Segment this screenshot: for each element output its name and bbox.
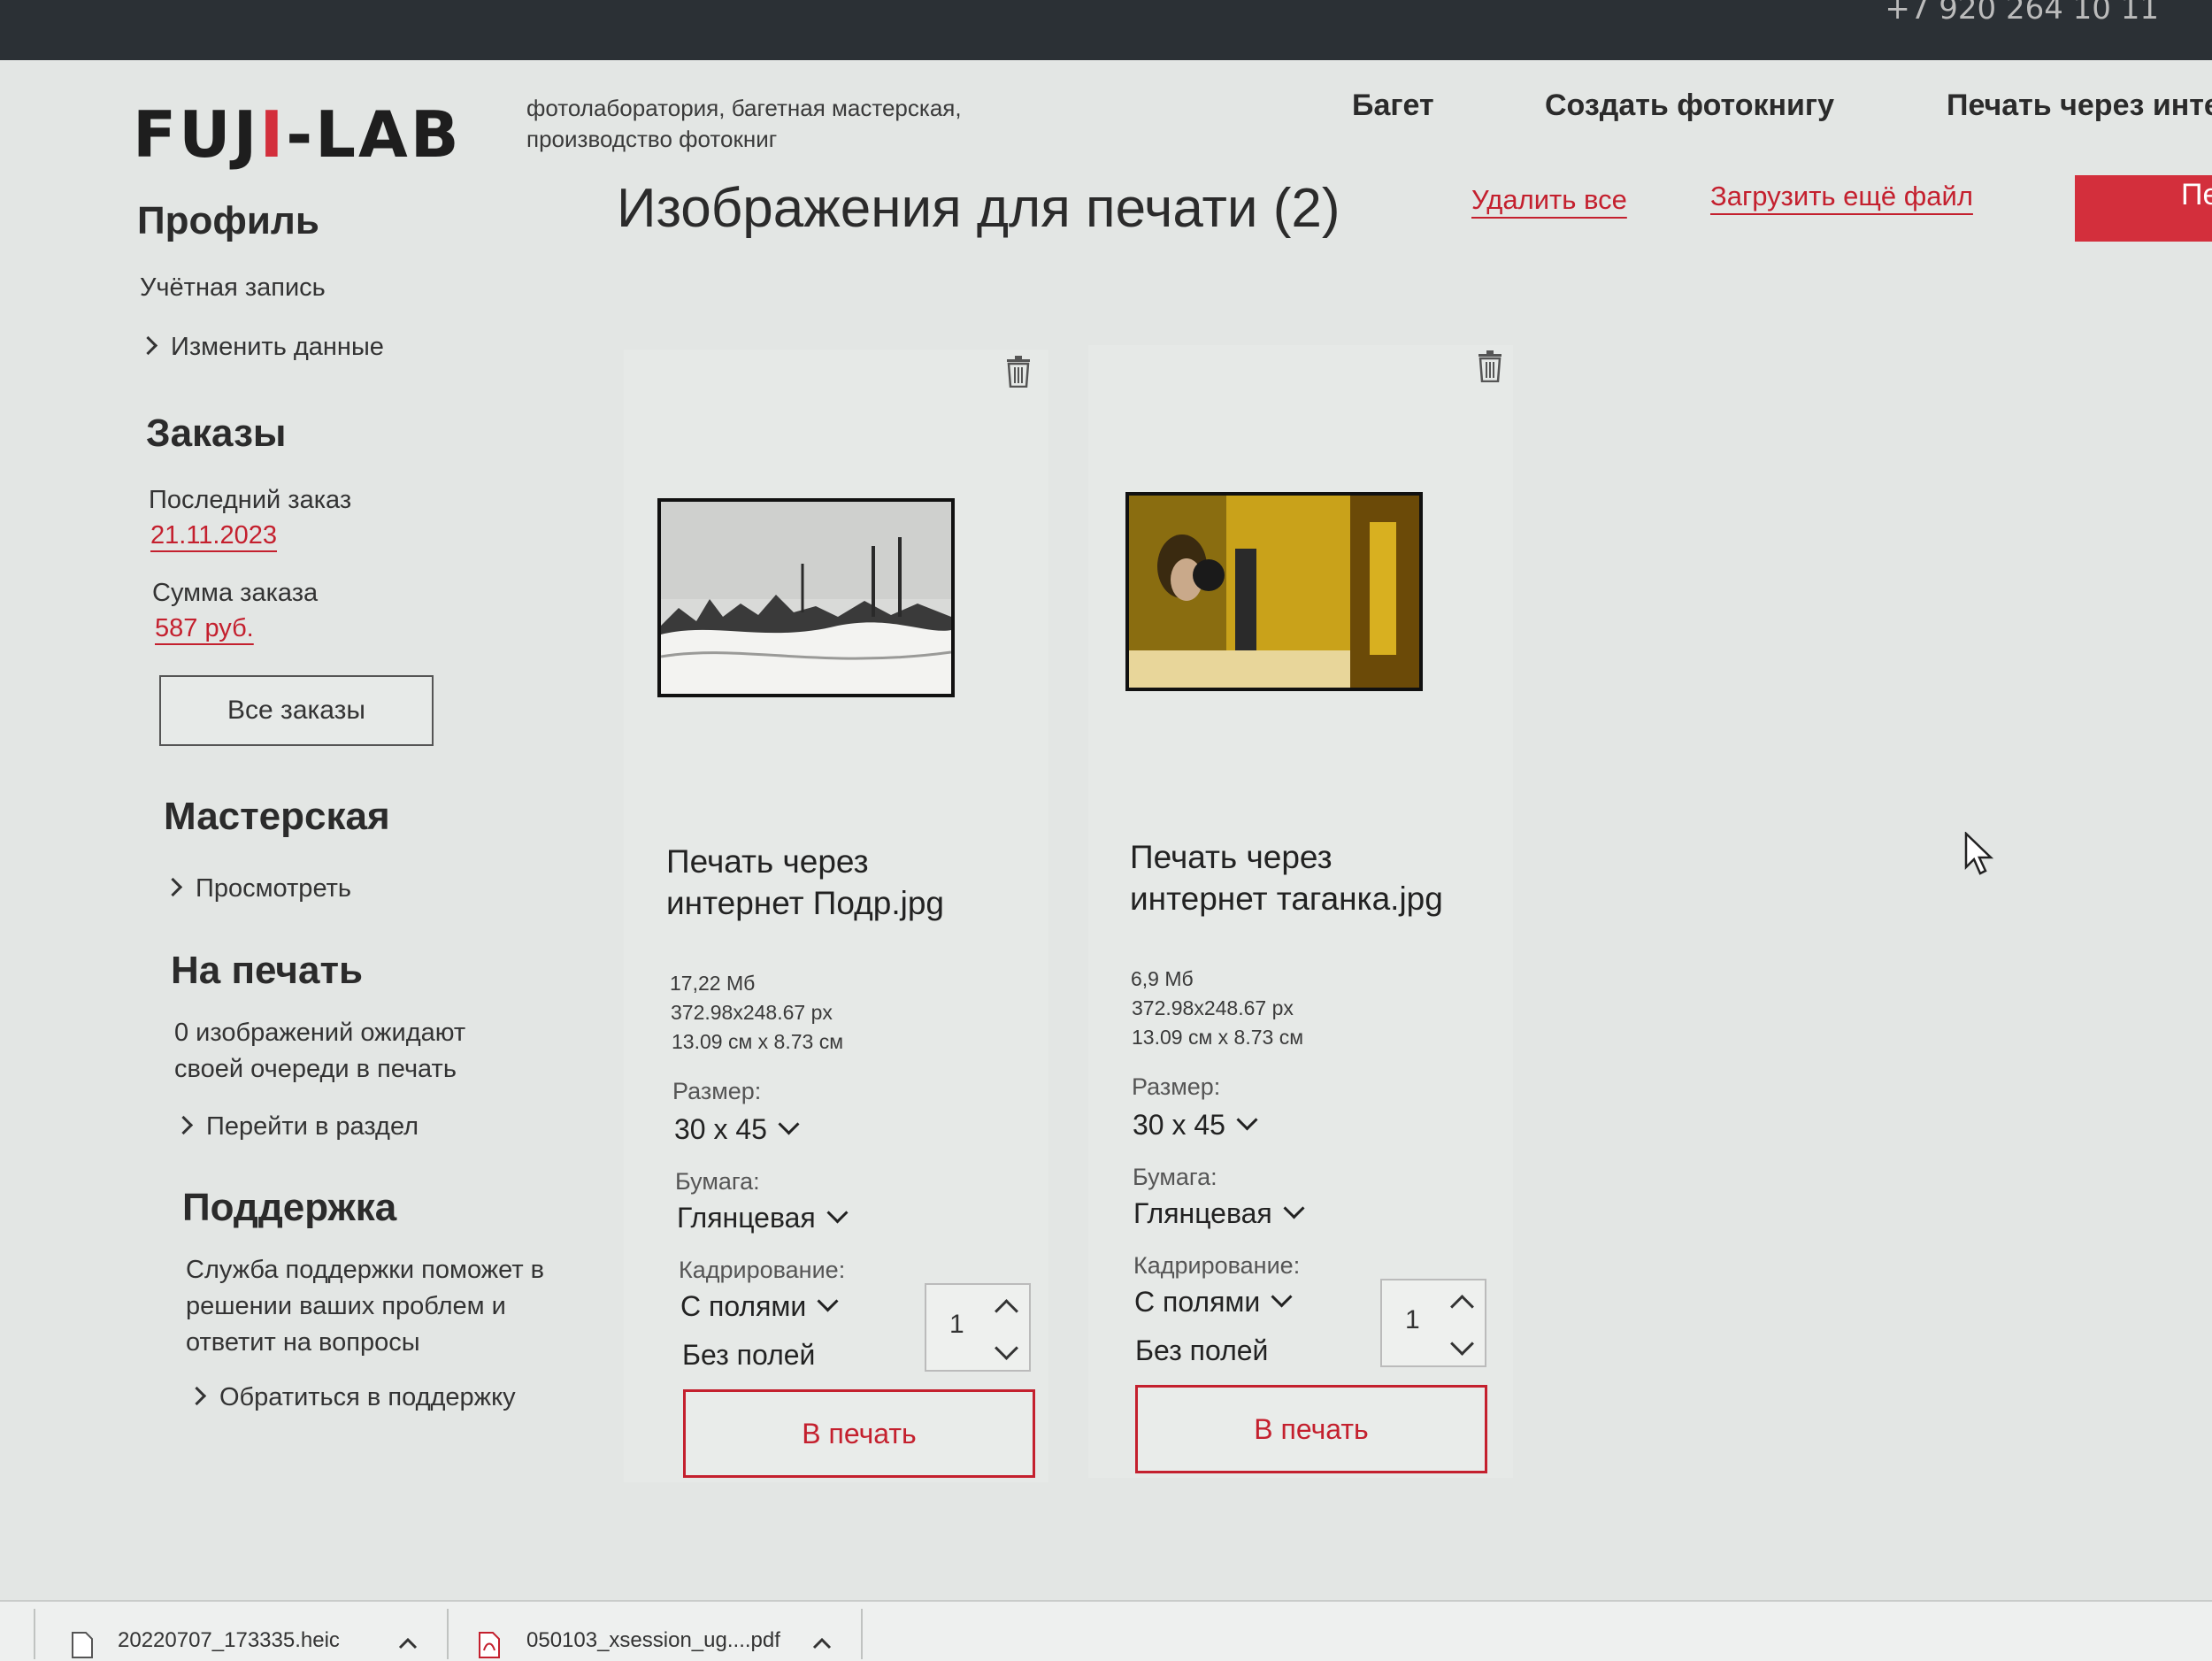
increment-icon[interactable] xyxy=(995,1299,1018,1323)
quantity-stepper[interactable]: 1 xyxy=(925,1283,1031,1372)
support-heading: Поддержка xyxy=(182,1186,397,1229)
card-pixels: 372.98x248.67 px xyxy=(1132,996,1294,1019)
crop-label: Кадрирование: xyxy=(1133,1252,1301,1279)
chevron-up-icon[interactable] xyxy=(812,1637,832,1649)
download-item[interactable]: 050103_xsession_ug....pdf xyxy=(526,1628,780,1653)
chevron-right-icon xyxy=(173,1115,194,1134)
chevron-down-icon xyxy=(817,1290,839,1312)
profile-heading: Профиль xyxy=(137,199,319,242)
thumbnail-interior-photo[interactable] xyxy=(1125,492,1423,691)
trash-icon[interactable] xyxy=(1477,350,1503,382)
card-filesize: 6,9 Мб xyxy=(1131,967,1194,990)
decrement-icon[interactable] xyxy=(995,1336,1018,1360)
chevron-right-icon xyxy=(187,1386,207,1405)
chevron-down-icon xyxy=(826,1202,849,1224)
logo-part1: FUJ xyxy=(133,97,260,172)
phone-number[interactable]: +7 920 264 10 11 xyxy=(1885,0,2159,24)
size-select[interactable]: 30 x 45 xyxy=(674,1113,800,1146)
increment-icon[interactable] xyxy=(1450,1295,1474,1319)
download-item[interactable]: 20220707_173335.heic xyxy=(118,1628,340,1653)
chevron-up-icon[interactable] xyxy=(398,1637,418,1649)
card-title: Печать через интернет таганка.jpg xyxy=(1130,839,1443,917)
divider xyxy=(447,1609,449,1659)
chevron-right-icon xyxy=(163,877,183,896)
tagline: фотолаборатория, багетная мастерская, пр… xyxy=(526,95,962,152)
chevron-down-icon xyxy=(1271,1286,1293,1308)
size-label: Размер: xyxy=(1132,1073,1221,1100)
upload-more-link[interactable]: Загрузить ещё файл xyxy=(1710,181,1973,212)
trash-icon[interactable] xyxy=(1005,356,1032,388)
chevron-right-icon xyxy=(138,335,158,355)
crop-option-borderless[interactable]: Без полей xyxy=(1135,1334,1268,1367)
paper-select[interactable]: Глянцевая xyxy=(677,1202,849,1234)
chevron-down-icon xyxy=(778,1113,800,1135)
card-filesize: 17,22 Мб xyxy=(670,972,756,995)
size-select[interactable]: 30 x 45 xyxy=(1133,1109,1258,1142)
order-sum-label: Сумма заказа xyxy=(152,579,319,607)
page-title: Изображения для печати (2) xyxy=(617,178,1340,239)
quantity-value: 1 xyxy=(1405,1305,1420,1334)
to-print-status: 0 изображений ожидают своей очереди в пе… xyxy=(174,1019,466,1083)
logo[interactable]: FUJI-LAB xyxy=(133,97,462,172)
last-order-label: Последний заказ xyxy=(149,486,352,514)
delete-all-link[interactable]: Удалить все xyxy=(1471,184,1627,216)
add-to-print-button[interactable]: В печать xyxy=(683,1389,1035,1478)
paper-label: Бумага: xyxy=(675,1168,760,1195)
nav-item-photobook[interactable]: Создать фотокнигу xyxy=(1545,88,1834,123)
quantity-value: 1 xyxy=(949,1310,964,1339)
support-text: Служба поддержки поможет в решении ваших… xyxy=(186,1256,545,1357)
to-print-heading: На печать xyxy=(171,949,364,992)
support-contact-link[interactable]: Обратиться в поддержку xyxy=(187,1383,516,1412)
quantity-stepper[interactable]: 1 xyxy=(1380,1279,1486,1367)
edit-profile-link[interactable]: Изменить данные xyxy=(138,333,384,362)
file-icon xyxy=(72,1632,93,1658)
card-cm: 13.09 см x 8.73 см xyxy=(1132,1026,1304,1049)
order-sum-value[interactable]: 587 руб. xyxy=(155,611,254,647)
workshop-heading: Мастерская xyxy=(164,795,390,838)
last-order-date[interactable]: 21.11.2023 xyxy=(150,518,277,554)
mouse-cursor-icon xyxy=(1964,832,1994,875)
to-print-goto-link[interactable]: Перейти в раздел xyxy=(173,1112,419,1142)
top-bar: +7 920 264 10 11 xyxy=(0,0,2212,60)
account-label: Учётная запись xyxy=(140,273,326,302)
orders-heading: Заказы xyxy=(146,411,287,455)
nav-item-print-online[interactable]: Печать через инте xyxy=(1947,88,2212,123)
paper-label: Бумага: xyxy=(1133,1164,1217,1190)
logo-accent: I xyxy=(259,97,287,172)
chevron-down-icon xyxy=(1236,1109,1258,1131)
crop-option-borderless[interactable]: Без полей xyxy=(682,1339,815,1372)
workshop-view-link[interactable]: Просмотреть xyxy=(163,874,351,904)
print-all-button[interactable]: Пе xyxy=(2075,175,2212,242)
divider xyxy=(861,1609,863,1659)
crop-select[interactable]: С полями xyxy=(680,1290,839,1323)
chevron-down-icon xyxy=(1283,1197,1305,1219)
paper-select[interactable]: Глянцевая xyxy=(1133,1197,1305,1230)
size-label: Размер: xyxy=(672,1078,762,1104)
card-cm: 13.09 см x 8.73 см xyxy=(672,1030,844,1053)
crop-select[interactable]: С полями xyxy=(1134,1286,1293,1319)
logo-part2: -LAB xyxy=(286,97,462,172)
nav-item-baget[interactable]: Багет xyxy=(1352,88,1434,123)
thumbnail-winter-landscape[interactable] xyxy=(657,498,955,697)
crop-label: Кадрирование: xyxy=(679,1257,846,1283)
card-pixels: 372.98x248.67 px xyxy=(671,1001,833,1024)
card-title: Печать через интернет Подр.jpg xyxy=(666,843,944,921)
add-to-print-button[interactable]: В печать xyxy=(1135,1385,1487,1473)
all-orders-button[interactable]: Все заказы xyxy=(159,675,434,746)
pdf-file-icon xyxy=(479,1632,500,1658)
divider xyxy=(34,1609,35,1659)
decrement-icon[interactable] xyxy=(1450,1332,1474,1356)
